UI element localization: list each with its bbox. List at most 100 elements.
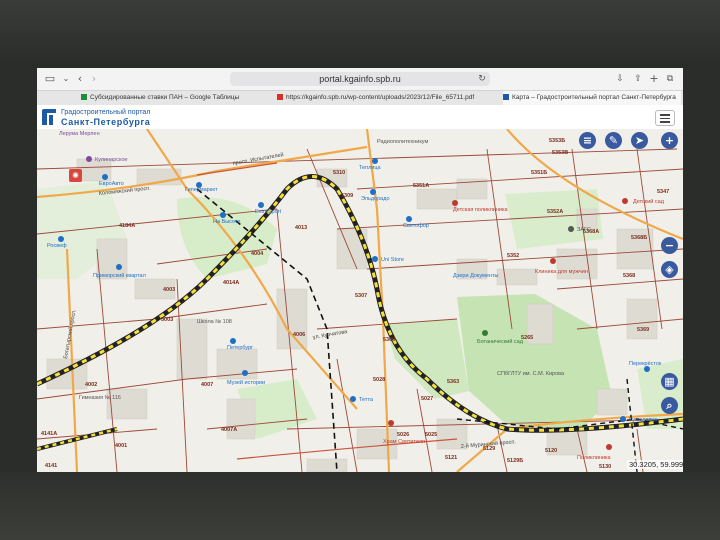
svg-text:Гипермаркет: Гипермаркет [185,187,218,193]
fire-station-icon: ✺ [69,169,82,182]
svg-text:5368Б: 5368Б [631,235,647,241]
tab-pdf-file[interactable]: https://kgainfo.spb.ru/wp-content/upload… [277,91,497,105]
svg-text:5369: 5369 [637,327,649,333]
pdf-icon [277,94,283,100]
search-button[interactable]: ⌕ [661,397,678,414]
svg-text:5309: 5309 [341,193,353,199]
browser-tab-bar: Субсидированные ставки ПАН – Google Табл… [37,90,683,106]
coordinates-readout: 30.3205, 59.9992 [627,460,683,469]
portal-title-line2: Санкт-Петербурга [61,117,151,127]
device-bezel-bottom [0,472,720,540]
basemap-button[interactable]: ◈ [661,261,678,278]
portal-logo-icon[interactable] [41,108,57,126]
browser-window: ▭ ⌄ ‹ › portal.kgainfo.spb.ru ↻ ⇩ ⇪ + ⧉ … [37,68,683,472]
download-icon[interactable]: ⇩ [613,72,627,86]
new-tab-icon[interactable]: + [647,72,661,86]
svg-text:4003: 4003 [163,287,175,293]
zoom-out-button[interactable]: − [661,237,678,254]
portal-icon [503,94,509,100]
map-layer: 5353Б 5353В 5310 5309 5351А 5351Б 5352 5352А… [37,129,683,472]
svg-text:4006: 4006 [293,332,305,338]
svg-text:Детская поликлиника: Детская поликлиника [453,207,508,213]
svg-text:Школа № 108: Школа № 108 [197,319,232,325]
portal-header: Градостроительный портал Санкт-Петербург… [37,105,683,130]
svg-text:Храм Святителя: Храм Святителя [383,439,425,445]
svg-text:5306: 5306 [383,337,395,343]
svg-text:ЕвроАвто: ЕвроАвто [99,181,124,187]
svg-text:5028: 5028 [373,377,385,383]
device-bezel-top [0,0,720,68]
svg-text:4007А: 4007А [221,427,237,433]
svg-text:5026: 5026 [397,432,409,438]
svg-text:5353В: 5353В [552,150,568,156]
sidebar-icon[interactable]: ▭ [43,72,57,86]
sheets-icon [81,94,87,100]
svg-text:4184А: 4184А [119,223,135,229]
svg-text:ЗАГС: ЗАГС [577,227,591,233]
chevron-down-icon[interactable]: ⌄ [59,72,73,86]
svg-text:5352А: 5352А [547,209,563,215]
reload-icon[interactable]: ↻ [475,72,489,86]
main-roads [37,129,683,472]
svg-text:4141: 4141 [45,463,57,469]
svg-text:Детский сад: Детский сад [633,198,665,205]
svg-text:Росвеф: Росвеф [47,243,67,249]
svg-text:5130: 5130 [599,464,611,470]
svg-text:ул. Курчатова: ул. Курчатова [312,329,348,341]
svg-text:ExtraSport: ExtraSport [255,209,281,215]
tab-map-portal[interactable]: Карта – Градостроительный портал Санкт-П… [503,91,681,105]
svg-text:Поликлиника: Поликлиника [577,455,612,461]
svg-text:Теплица: Теплица [359,165,382,171]
svg-text:5129Б: 5129Б [507,458,523,464]
zoom-in-button[interactable]: + [661,132,678,149]
svg-text:5025: 5025 [425,432,437,438]
svg-text:Петербург: Петербург [227,345,253,351]
menu-button[interactable] [655,110,675,126]
svg-text:Дзери Документы: Дзери Документы [453,273,498,279]
svg-text:Гимназия № 116: Гимназия № 116 [79,395,121,401]
svg-text:5121: 5121 [445,455,457,461]
browser-toolbar: ▭ ⌄ ‹ › portal.kgainfo.spb.ru ↻ ⇩ ⇪ + ⧉ [37,68,683,90]
svg-text:Ботанический сад: Ботанический сад [477,338,524,345]
forward-arrow-icon[interactable]: › [87,72,101,86]
svg-text:5351А: 5351А [413,183,429,189]
svg-text:4007: 4007 [201,382,213,388]
svg-text:Музей истории: Музей истории [227,379,265,386]
tab-label: Субсидированные ставки ПАН – Google Табл… [90,94,240,101]
share-icon[interactable]: ⇪ [631,72,645,86]
layers-button[interactable]: ≡ [579,132,596,149]
print-button[interactable]: ▦ [661,373,678,390]
svg-text:Перекрёсток: Перекрёсток [629,361,662,367]
svg-text:5120: 5120 [545,448,557,454]
svg-text:5368: 5368 [623,273,635,279]
park-area [385,319,469,399]
svg-text:Богатырский просп.: Богатырский просп. [62,308,78,359]
svg-text:4013: 4013 [295,225,307,231]
navigate-button[interactable]: ➤ [631,132,648,149]
svg-text:Радиополитехникум: Радиополитехникум [377,139,428,145]
svg-text:5363: 5363 [447,379,459,385]
svg-text:Тетта: Тетта [359,397,374,403]
svg-text:4002: 4002 [85,382,97,388]
svg-text:Uni Store: Uni Store [381,257,404,263]
svg-text:5352: 5352 [507,253,519,259]
svg-text:4014А: 4014А [223,280,239,286]
svg-text:Кулинарское: Кулинарское [95,157,128,163]
svg-text:5003: 5003 [161,317,173,323]
svg-text:Кушелевка: Кушелевка [629,417,658,423]
svg-text:5310: 5310 [333,170,345,176]
address-bar[interactable]: portal.kgainfo.spb.ru [230,72,490,86]
back-arrow-icon[interactable]: ‹ [73,72,87,86]
tab-google-sheets[interactable]: Субсидированные ставки ПАН – Google Табл… [81,91,261,105]
svg-text:5307: 5307 [355,293,367,299]
tab-overview-icon[interactable]: ⧉ [663,72,677,86]
svg-text:СПбГЛТУ им. С.М. Кирова: СПбГЛТУ им. С.М. Кирова [497,371,565,377]
measure-button[interactable]: ✎ [605,132,622,149]
tab-label: Карта – Градостроительный портал Санкт-П… [512,94,676,101]
svg-text:На Высоте: На Высоте [213,219,240,225]
svg-text:4141А: 4141А [41,431,57,437]
svg-text:Эльдорадо: Эльдорадо [361,196,390,202]
svg-text:5347: 5347 [657,189,669,195]
map-canvas[interactable]: 5353Б 5353В 5310 5309 5351А 5351Б 5352 5352А… [37,129,683,472]
svg-text:4004: 4004 [251,251,264,257]
